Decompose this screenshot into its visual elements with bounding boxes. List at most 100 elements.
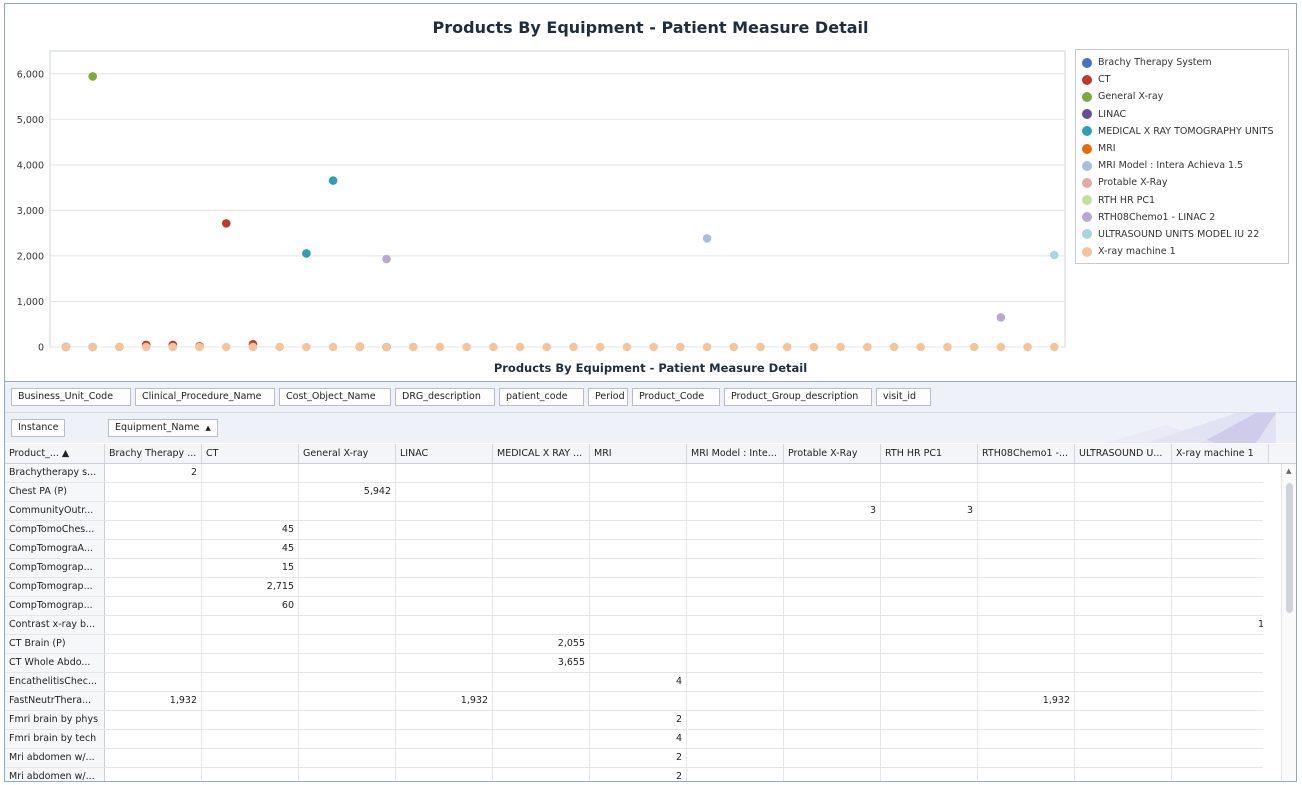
table-cell[interactable]	[396, 502, 493, 520]
table-cell[interactable]	[1075, 483, 1172, 501]
data-point[interactable]	[302, 249, 311, 258]
data-point[interactable]	[863, 342, 872, 352]
data-point[interactable]	[489, 342, 498, 352]
table-cell[interactable]	[784, 483, 881, 501]
filter-field[interactable]: Business_Unit_Code	[11, 388, 131, 406]
table-cell[interactable]	[590, 578, 687, 596]
table-cell[interactable]	[493, 730, 590, 748]
table-cell[interactable]	[590, 540, 687, 558]
data-point[interactable]	[382, 342, 391, 352]
row-header-cell[interactable]: CT Brain (P)	[5, 635, 105, 653]
table-cell[interactable]	[687, 768, 784, 781]
table-cell[interactable]	[687, 578, 784, 596]
data-point[interactable]	[996, 313, 1006, 322]
data-point[interactable]	[221, 219, 231, 228]
data-point[interactable]	[1049, 250, 1059, 260]
table-cell[interactable]	[105, 616, 202, 634]
table-cell[interactable]	[1075, 749, 1172, 767]
table-cell[interactable]	[978, 464, 1075, 482]
table-cell[interactable]	[493, 540, 590, 558]
table-cell[interactable]	[881, 559, 978, 577]
table-cell[interactable]: 2	[590, 711, 687, 729]
table-cell[interactable]	[396, 559, 493, 577]
table-cell[interactable]	[1172, 711, 1263, 729]
table-cell[interactable]	[299, 559, 396, 577]
filter-field[interactable]: patient_code	[499, 388, 584, 406]
table-cell[interactable]: 5,942	[299, 483, 396, 501]
column-header[interactable]: MRI	[590, 444, 687, 463]
data-point[interactable]	[88, 72, 98, 81]
table-cell[interactable]	[202, 711, 299, 729]
table-cell[interactable]	[881, 578, 978, 596]
table-cell[interactable]	[1172, 540, 1263, 558]
table-cell[interactable]	[105, 559, 202, 577]
table-cell[interactable]	[1075, 654, 1172, 672]
table-cell[interactable]	[784, 711, 881, 729]
table-cell[interactable]	[299, 692, 396, 710]
table-cell[interactable]	[687, 749, 784, 767]
table-cell[interactable]	[687, 483, 784, 501]
table-cell[interactable]	[881, 483, 978, 501]
data-point[interactable]	[702, 234, 712, 243]
table-cell[interactable]	[493, 464, 590, 482]
table-cell[interactable]	[784, 749, 881, 767]
table-cell[interactable]	[1075, 578, 1172, 596]
table-cell[interactable]	[105, 540, 202, 558]
row-header-cell[interactable]: CompTomograp...	[5, 578, 105, 596]
table-cell[interactable]	[105, 654, 202, 672]
data-point[interactable]	[515, 342, 525, 352]
row-header-cell[interactable]: CompTomograp...	[5, 559, 105, 577]
table-cell[interactable]: 2	[590, 768, 687, 781]
filter-field[interactable]: Product_Code	[632, 388, 720, 406]
table-cell[interactable]	[1075, 711, 1172, 729]
table-cell[interactable]	[687, 521, 784, 539]
table-cell[interactable]: 1,932	[396, 692, 493, 710]
legend-item[interactable]: MEDICAL X RAY TOMOGRAPHY UNITS	[1082, 123, 1288, 140]
table-cell[interactable]	[687, 502, 784, 520]
table-cell[interactable]	[299, 768, 396, 781]
legend-item[interactable]: MRI Model : Intera Achieva 1.5	[1082, 157, 1288, 174]
table-cell[interactable]	[881, 616, 978, 634]
table-cell[interactable]	[396, 768, 493, 781]
table-cell[interactable]	[687, 654, 784, 672]
table-cell[interactable]	[396, 711, 493, 729]
table-cell[interactable]	[299, 502, 396, 520]
row-header-cell[interactable]: CommunityOutr...	[5, 502, 105, 520]
table-cell[interactable]	[105, 711, 202, 729]
table-cell[interactable]	[1075, 692, 1172, 710]
table-cell[interactable]	[784, 654, 881, 672]
table-cell[interactable]: 60	[202, 597, 299, 615]
table-cell[interactable]	[493, 749, 590, 767]
row-header-cell[interactable]: Brachytherapy s...	[5, 464, 105, 482]
table-cell[interactable]	[978, 654, 1075, 672]
table-cell[interactable]	[881, 540, 978, 558]
legend-item[interactable]: RTH HR PC1	[1082, 192, 1288, 209]
table-cell[interactable]: 3	[881, 502, 978, 520]
column-header[interactable]: Brachy Therapy ...	[105, 444, 202, 463]
table-cell[interactable]	[299, 749, 396, 767]
table-cell[interactable]	[784, 673, 881, 691]
row-header-cell[interactable]: Contrast x-ray b...	[5, 616, 105, 634]
table-cell[interactable]	[978, 597, 1075, 615]
data-point[interactable]	[221, 342, 231, 352]
data-point[interactable]	[195, 342, 204, 352]
data-point[interactable]	[355, 342, 365, 352]
table-cell[interactable]	[396, 597, 493, 615]
data-point[interactable]	[782, 342, 792, 352]
table-cell[interactable]	[396, 616, 493, 634]
table-cell[interactable]: 2	[590, 749, 687, 767]
legend-item[interactable]: CT	[1082, 71, 1288, 88]
data-point[interactable]	[595, 342, 605, 352]
data-point[interactable]	[756, 342, 765, 352]
table-cell[interactable]	[1172, 521, 1263, 539]
table-cell[interactable]	[493, 711, 590, 729]
table-cell[interactable]	[1172, 730, 1263, 748]
table-cell[interactable]	[396, 483, 493, 501]
table-cell[interactable]	[590, 635, 687, 653]
row-header-cell[interactable]: EncathelitisChec...	[5, 673, 105, 691]
table-cell[interactable]	[299, 597, 396, 615]
table-cell[interactable]	[978, 635, 1075, 653]
filter-field[interactable]: Period	[588, 388, 628, 406]
row-header-cell[interactable]: Fmri brain by tech	[5, 730, 105, 748]
table-cell[interactable]: 1,932	[978, 692, 1075, 710]
